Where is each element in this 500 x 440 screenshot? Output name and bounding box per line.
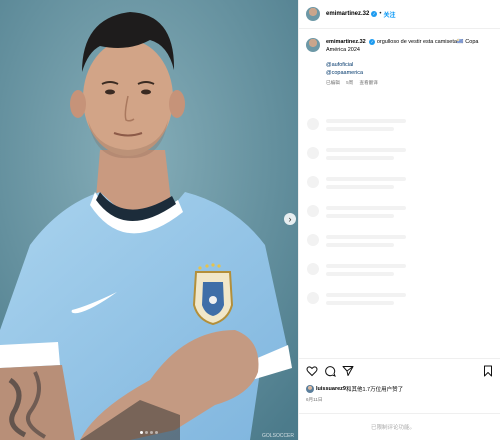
- comment-bar: 已限制评论功能。: [299, 413, 500, 440]
- edited-label: 已编辑: [326, 80, 340, 85]
- comment-skeleton: [307, 118, 406, 147]
- comment-skeleton: [307, 292, 406, 321]
- likes-summary: luissuarez9 和其他1.7万位用户赞了: [306, 385, 403, 393]
- avatar[interactable]: [306, 7, 320, 21]
- carousel-indicator: [140, 431, 158, 434]
- comment-skeleton: [307, 147, 406, 176]
- separator: •: [379, 11, 382, 17]
- likes-count-text[interactable]: 和其他1.7万位用户赞了: [346, 385, 403, 393]
- photo-watermark: GOLSOCCER: [262, 433, 294, 439]
- carousel-dot: [150, 431, 153, 434]
- translate-link[interactable]: 查看翻译: [360, 80, 378, 85]
- comment-skeleton: [307, 234, 406, 263]
- chevron-right-icon: ›: [288, 214, 292, 224]
- verified-icon: ✓: [371, 11, 378, 17]
- avatar[interactable]: [306, 38, 320, 52]
- username-link[interactable]: emimartinez.32: [326, 11, 369, 17]
- post-header: emimartinez.32 ✓ • 关注: [299, 0, 500, 29]
- caption-meta: 已编辑 5周 查看翻译: [326, 79, 493, 87]
- comment-icon[interactable]: [324, 365, 336, 377]
- comment-skeleton: [307, 176, 406, 205]
- verified-icon: ✓: [369, 39, 376, 45]
- comments-loading: [307, 118, 406, 321]
- caption-username[interactable]: emimartinez.32: [326, 39, 366, 45]
- comments-restricted-notice: 已限制评论功能。: [371, 425, 416, 431]
- post-date: 6月11日: [306, 397, 323, 402]
- heart-icon[interactable]: [306, 365, 318, 377]
- mention-link[interactable]: @aufoficial: [326, 61, 493, 69]
- carousel-dot: [145, 431, 148, 434]
- comment-skeleton: [307, 263, 406, 292]
- comment-skeleton: [307, 205, 406, 234]
- carousel-dot: [155, 431, 158, 434]
- post-media[interactable]: › GOLSOCCER: [0, 0, 298, 440]
- post-caption: emimartinez.32 ✓ orgulloso de vestir est…: [299, 29, 500, 87]
- next-image-button[interactable]: ›: [284, 213, 296, 225]
- carousel-dot: [140, 431, 143, 434]
- post-photo: [0, 0, 298, 440]
- bookmark-icon[interactable]: [482, 365, 494, 377]
- mention-link[interactable]: @copaamerica: [326, 69, 493, 77]
- liker-username[interactable]: luissuarez9: [316, 386, 346, 392]
- liker-avatar[interactable]: [306, 385, 314, 393]
- action-bar: [306, 364, 494, 378]
- post-time: 5周: [346, 80, 354, 85]
- follow-button[interactable]: 关注: [383, 10, 395, 19]
- actions-divider: [299, 358, 500, 359]
- share-icon[interactable]: [342, 365, 354, 377]
